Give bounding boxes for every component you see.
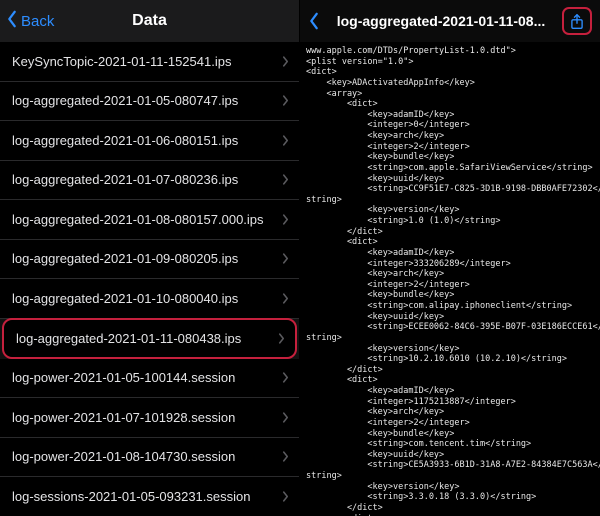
chevron-right-icon: [282, 135, 289, 146]
chevron-right-icon: [282, 214, 289, 225]
chevron-right-icon: [282, 95, 289, 106]
chevron-right-icon: [282, 451, 289, 462]
chevron-right-icon: [282, 412, 289, 423]
back-button-right[interactable]: [308, 12, 320, 30]
file-row[interactable]: log-aggregated-2021-01-11-080438.ips: [2, 318, 297, 359]
file-list: KeySyncTopic-2021-01-11-152541.ips log-ag…: [0, 42, 299, 516]
chevron-right-icon: [282, 253, 289, 264]
file-row-label: log-power-2021-01-08-104730.session: [12, 449, 276, 464]
file-row-label: log-aggregated-2021-01-11-080438.ips: [16, 331, 272, 346]
chevron-right-icon: [282, 56, 289, 67]
file-row[interactable]: KeySyncTopic-2021-01-11-152541.ips: [0, 42, 299, 82]
file-row[interactable]: log-aggregated-2021-01-05-080747.ips: [0, 82, 299, 122]
file-row[interactable]: log-aggregated-2021-01-07-080236.ips: [0, 161, 299, 201]
chevron-right-icon: [282, 174, 289, 185]
file-row-label: log-power-2021-01-07-101928.session: [12, 410, 276, 425]
share-icon: [570, 13, 584, 30]
file-row-label: log-aggregated-2021-01-06-080151.ips: [12, 133, 276, 148]
file-list-pane: Back Data KeySyncTopic-2021-01-11-152541…: [0, 0, 300, 516]
file-row-label: log-power-2021-01-05-100144.session: [12, 370, 276, 385]
filename-title: log-aggregated-2021-01-11-08...: [324, 13, 558, 29]
right-navbar: log-aggregated-2021-01-11-08...: [300, 0, 600, 42]
chevron-right-icon: [282, 491, 289, 502]
chevron-right-icon: [278, 333, 285, 344]
file-row[interactable]: log-sessions-2021-01-05-093231.session: [0, 477, 299, 516]
file-row-label: log-aggregated-2021-01-05-080747.ips: [12, 93, 276, 108]
file-row-label: KeySyncTopic-2021-01-11-152541.ips: [12, 54, 276, 69]
page-title: Data: [132, 12, 167, 30]
back-button[interactable]: Back: [6, 0, 54, 42]
chevron-left-icon: [308, 12, 320, 30]
file-row[interactable]: log-power-2021-01-08-104730.session: [0, 438, 299, 478]
file-row[interactable]: log-power-2021-01-05-100144.session: [0, 359, 299, 399]
chevron-right-icon: [282, 372, 289, 383]
left-navbar: Back Data: [0, 0, 299, 42]
share-button[interactable]: [562, 7, 592, 35]
file-row-label: log-aggregated-2021-01-08-080157.000.ips: [12, 212, 276, 227]
file-row[interactable]: log-aggregated-2021-01-06-080151.ips: [0, 121, 299, 161]
file-row[interactable]: log-aggregated-2021-01-08-080157.000.ips: [0, 200, 299, 240]
file-content: www.apple.com/DTDs/PropertyList-1.0.dtd"…: [300, 42, 600, 516]
file-row[interactable]: log-power-2021-01-07-101928.session: [0, 398, 299, 438]
chevron-left-icon: [6, 10, 21, 32]
file-content-pane: log-aggregated-2021-01-11-08... www.appl…: [300, 0, 600, 516]
file-row-label: log-aggregated-2021-01-10-080040.ips: [12, 291, 276, 306]
chevron-right-icon: [282, 293, 289, 304]
file-row-label: log-aggregated-2021-01-07-080236.ips: [12, 172, 276, 187]
file-row-label: log-aggregated-2021-01-09-080205.ips: [12, 251, 276, 266]
file-row[interactable]: log-aggregated-2021-01-10-080040.ips: [0, 279, 299, 319]
file-row[interactable]: log-aggregated-2021-01-09-080205.ips: [0, 240, 299, 280]
back-label: Back: [21, 13, 54, 30]
file-row-label: log-sessions-2021-01-05-093231.session: [12, 489, 276, 504]
